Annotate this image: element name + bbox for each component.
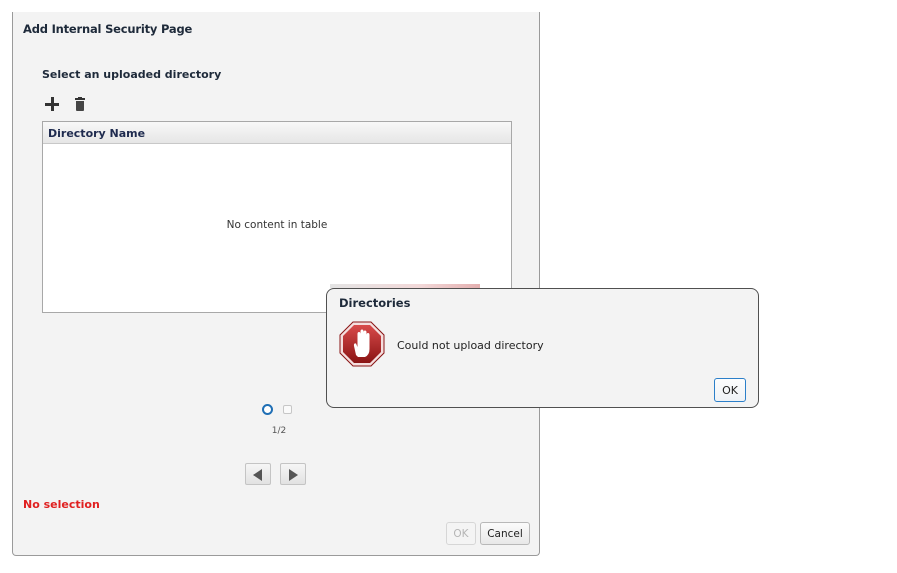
dialog-ok-button[interactable]: OK xyxy=(714,378,746,402)
column-header-directory-name[interactable]: Directory Name xyxy=(48,127,145,140)
trash-icon[interactable] xyxy=(74,97,86,112)
dialog-message: Could not upload directory xyxy=(397,339,544,352)
next-page-button[interactable] xyxy=(280,463,306,485)
cancel-button[interactable]: Cancel xyxy=(480,522,530,545)
previous-page-button[interactable] xyxy=(245,463,271,485)
dialog-title: Directories xyxy=(339,296,411,310)
page-indicator-text: 1/2 xyxy=(271,426,287,436)
selection-status: No selection xyxy=(23,498,100,511)
table-header: Directory Name xyxy=(43,122,511,144)
error-dialog: Directories Could not upload directory O… xyxy=(326,288,759,408)
arrow-left-icon xyxy=(253,469,262,481)
wizard-title: Add Internal Security Page xyxy=(23,22,193,36)
arrow-right-icon xyxy=(289,469,298,481)
page-indicator-dot-active[interactable] xyxy=(262,404,273,415)
section-title: Select an uploaded directory xyxy=(42,68,222,81)
page-indicator-dot[interactable] xyxy=(283,405,292,414)
add-icon[interactable] xyxy=(44,96,60,112)
trash-body xyxy=(76,101,84,111)
trash-lid xyxy=(75,98,85,100)
table-empty-message: No content in table xyxy=(226,219,328,231)
stop-hand-icon xyxy=(339,321,385,367)
ok-button[interactable]: OK xyxy=(446,522,476,545)
